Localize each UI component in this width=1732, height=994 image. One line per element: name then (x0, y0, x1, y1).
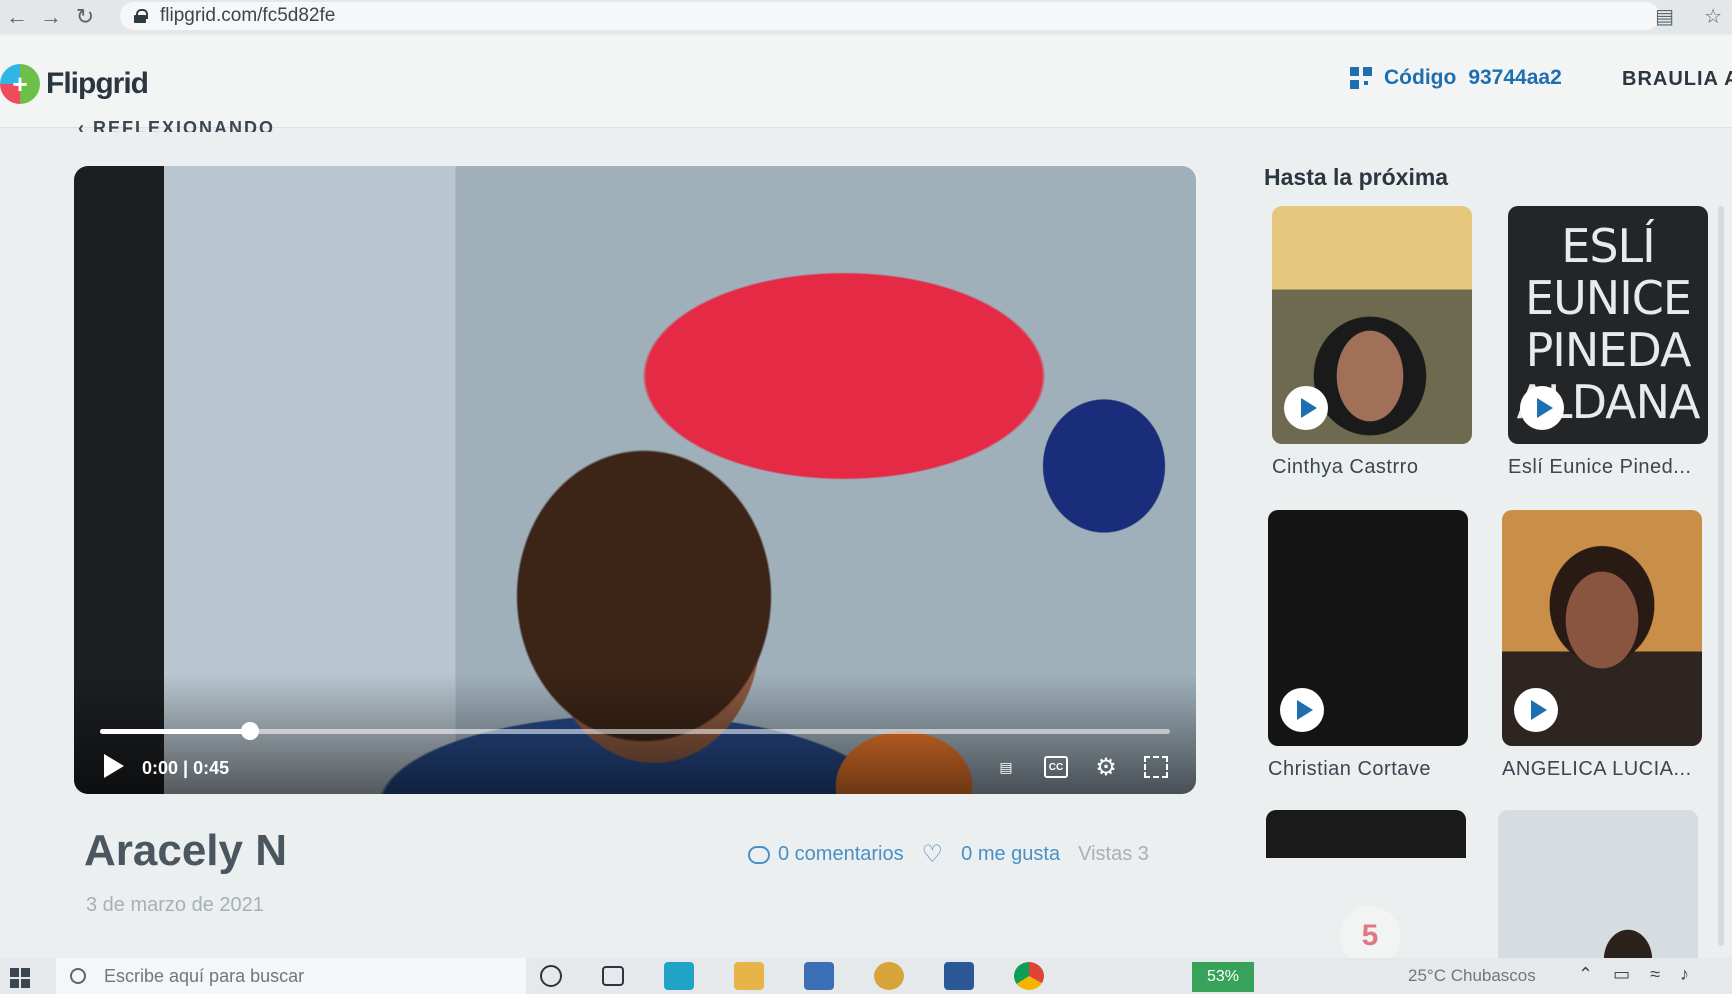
settings-gear-icon[interactable]: ⚙ (1094, 754, 1118, 781)
back-arrow-icon[interactable]: ← (0, 2, 34, 32)
response-count-badge: 5 (1340, 906, 1400, 966)
play-icon[interactable] (1284, 386, 1328, 430)
response-card-name: Christian Cortave (1268, 758, 1432, 780)
progress-fill (100, 729, 250, 734)
forward-arrow-icon[interactable]: → (34, 2, 68, 32)
fullscreen-icon[interactable] (1144, 756, 1168, 778)
flipgrid-logo[interactable]: Flipgrid (0, 64, 149, 104)
search-placeholder: Escribe aquí para buscar (104, 965, 305, 986)
weather-widget[interactable]: 25°C Chubascos (1408, 966, 1536, 986)
video-progress-bar[interactable] (100, 722, 1170, 740)
response-card-name: Eslí Eunice Pined... (1508, 456, 1692, 478)
response-thumbnail[interactable] (1502, 510, 1702, 746)
sidebar-scrollbar[interactable] (1718, 206, 1724, 946)
response-date: 3 de marzo de 2021 (86, 894, 264, 916)
user-menu[interactable]: BRAULIA A (1622, 68, 1732, 91)
response-thumbnail[interactable] (1498, 810, 1698, 960)
time-display: 0:00 | 0:45 (142, 758, 230, 778)
comments-link[interactable]: 0 comentarios (778, 843, 904, 866)
mail-icon[interactable] (804, 962, 834, 990)
flipgrid-logo-icon (0, 64, 40, 104)
chrome-icon[interactable] (1014, 962, 1044, 990)
join-code[interactable]: Código 93744aa2 (1350, 66, 1562, 90)
lock-icon (134, 9, 148, 23)
browser-actions: ▤ ☆ (1655, 4, 1722, 29)
immersive-reader-icon[interactable]: ▤ (994, 756, 1018, 778)
breadcrumb-text: REFLEXIONANDO (93, 118, 276, 132)
word-icon[interactable] (944, 962, 974, 990)
response-card[interactable]: ESLÍ EUNICE PINEDA ALDANA Eslí Eunice Pi… (1508, 206, 1708, 479)
url-text: flipgrid.com/fc5d82fe (160, 5, 336, 26)
response-card-partial[interactable] (1498, 810, 1698, 960)
response-thumbnail[interactable] (1266, 810, 1466, 858)
response-thumbnail[interactable]: ESLÍ EUNICE PINEDA ALDANA (1508, 206, 1708, 444)
heart-icon[interactable]: ♡ (922, 840, 944, 869)
windows-taskbar: Escribe aquí para buscar 53% 25°C Chubas… (0, 958, 1732, 994)
bookmark-star-icon[interactable]: ☆ (1704, 4, 1722, 29)
qr-code-icon (1350, 67, 1372, 89)
play-icon[interactable] (104, 754, 124, 778)
code-label: Código (1384, 66, 1457, 89)
logo-text: Flipgrid (46, 67, 149, 100)
code-value: 93744aa2 (1468, 66, 1562, 89)
taskbar-apps (540, 962, 1044, 990)
response-card[interactable]: Cinthya Castrro (1272, 206, 1472, 479)
sidebar-title: Hasta la próxima (1264, 164, 1449, 190)
play-icon[interactable] (1280, 688, 1324, 732)
chevron-up-icon[interactable]: ⌃ (1578, 964, 1593, 985)
windows-start-icon[interactable] (10, 968, 30, 988)
comment-icon[interactable] (748, 845, 770, 864)
battery-indicator: 53% (1192, 962, 1254, 992)
search-icon (70, 968, 86, 984)
response-card[interactable]: Christian Cortave (1268, 510, 1468, 781)
response-thumbnail[interactable] (1272, 206, 1472, 444)
response-thumbnail[interactable] (1268, 510, 1468, 746)
response-card-name: Cinthya Castrro (1272, 456, 1419, 478)
progress-handle[interactable] (240, 722, 259, 740)
views-count: Vistas 3 (1078, 843, 1149, 865)
closed-captions-icon[interactable]: CC (1044, 756, 1068, 778)
app-icon[interactable] (874, 962, 904, 990)
play-icon[interactable] (1520, 386, 1564, 430)
response-stats: 0 comentarios ♡ 0 me gusta Vistas 3 (748, 840, 1149, 869)
browser-toolbar: ← → ↻ flipgrid.com/fc5d82fe ▤ ☆ (0, 0, 1732, 34)
battery-icon[interactable]: ▭ (1613, 964, 1630, 985)
play-icon[interactable] (1514, 688, 1558, 732)
translate-icon[interactable]: ▤ (1655, 4, 1674, 29)
edge-browser-icon[interactable] (664, 962, 694, 990)
player-controls: ▤ CC ⚙ (994, 754, 1168, 781)
response-card-partial[interactable] (1266, 810, 1466, 858)
system-tray: ⌃ ▭ ≈ ♪ (1578, 964, 1689, 985)
response-author: Aracely N (84, 826, 288, 875)
app-header: Flipgrid Código 93744aa2 BRAULIA A (0, 36, 1732, 128)
address-bar[interactable]: flipgrid.com/fc5d82fe (120, 2, 1660, 30)
file-explorer-icon[interactable] (734, 962, 764, 990)
task-view-icon[interactable] (602, 966, 624, 986)
breadcrumb-back-link[interactable]: ‹ REFLEXIONANDO (78, 118, 275, 132)
response-card[interactable]: ANGELICA LUCIA... (1502, 510, 1702, 781)
reload-icon[interactable]: ↻ (68, 2, 102, 32)
volume-icon[interactable]: ♪ (1680, 964, 1689, 985)
video-player[interactable]: 0:00 | 0:45 ▤ CC ⚙ (74, 166, 1196, 794)
cortana-circle-icon[interactable] (540, 965, 562, 987)
taskbar-search[interactable]: Escribe aquí para buscar (56, 958, 526, 994)
response-card-name: ANGELICA LUCIA... (1502, 758, 1692, 780)
wifi-icon[interactable]: ≈ (1650, 964, 1660, 985)
likes-count[interactable]: 0 me gusta (961, 843, 1060, 866)
